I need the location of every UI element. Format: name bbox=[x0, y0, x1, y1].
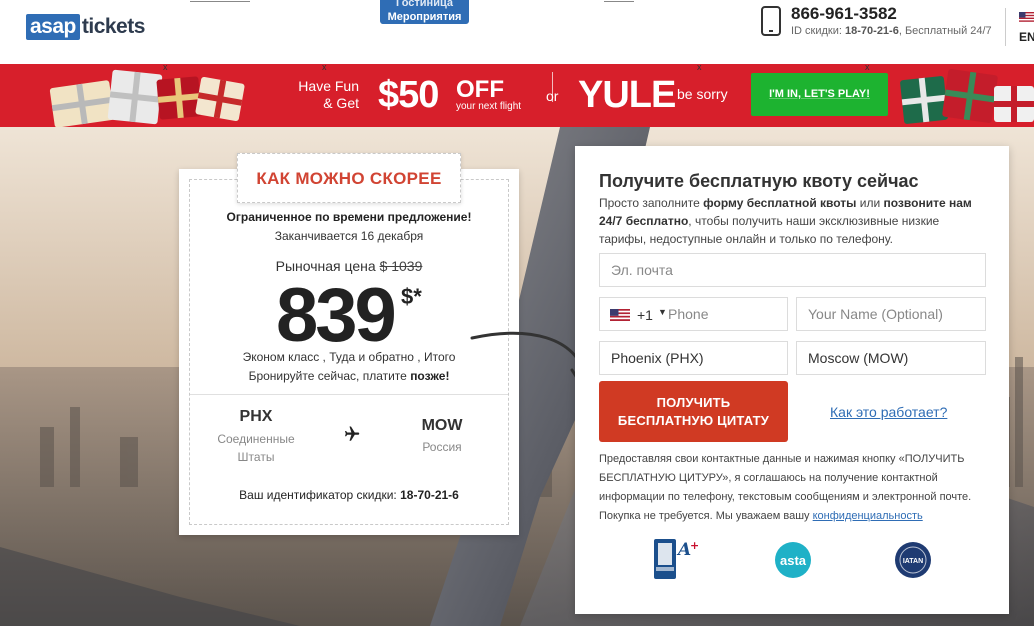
book-later-text: позже! bbox=[410, 369, 450, 383]
ornament-string: x bbox=[163, 64, 168, 72]
banner-promo-code: YULE bbox=[578, 74, 676, 116]
consent-disclaimer: Предоставляя свои контактные данные и на… bbox=[599, 450, 989, 526]
ornament-string: x bbox=[697, 64, 702, 72]
form-description: Просто заполните форму бесплатной квоты … bbox=[599, 194, 983, 248]
country-dial-code[interactable]: +1 bbox=[637, 307, 653, 323]
how-it-works-link[interactable]: Как это работает? bbox=[830, 404, 947, 420]
destination-code: MOW bbox=[421, 417, 463, 434]
origin-country: Соединенные Штаты bbox=[205, 430, 307, 466]
nav-fragment[interactable] bbox=[604, 0, 634, 2]
airplane-icon bbox=[345, 426, 360, 441]
gift-box-icon bbox=[49, 80, 115, 127]
divider bbox=[190, 394, 508, 395]
nav-hotels-events[interactable]: Гостиница Мероприятия bbox=[380, 0, 469, 24]
banner-have-fun-line2: & Get bbox=[323, 95, 359, 111]
asta-logo[interactable]: asta bbox=[774, 541, 812, 579]
book-now-text: Бронируйте сейчас, платите bbox=[248, 369, 407, 383]
iatan-logo[interactable]: IATAN bbox=[894, 541, 932, 579]
banner-off: OFF bbox=[456, 76, 504, 103]
banner-or: or bbox=[546, 88, 559, 104]
gift-box-icon bbox=[899, 75, 949, 125]
svg-text:IATAN: IATAN bbox=[903, 558, 923, 565]
form-desc-2: или bbox=[859, 196, 881, 210]
svg-text:A: A bbox=[676, 540, 691, 560]
logo-wordmark: tickets bbox=[81, 15, 146, 38]
phone-note: , Бесплатный 24/7 bbox=[898, 25, 992, 37]
phone-field[interactable]: +1 ▼ bbox=[599, 297, 788, 331]
nav-fragment[interactable] bbox=[190, 0, 250, 2]
discount-id: 18-70-21-6 bbox=[845, 25, 899, 37]
phone-input[interactable] bbox=[666, 298, 786, 330]
bbb-a-plus-logo[interactable]: A + bbox=[652, 537, 698, 581]
submit-label-line1: ПОЛУЧИТЬ bbox=[656, 394, 731, 410]
banner-have-fun: Have Fun & Get bbox=[297, 78, 359, 112]
form-title: Получите бесплатную квоту сейчас bbox=[599, 171, 919, 191]
svg-text:+: + bbox=[690, 539, 698, 552]
nav-badge-line1: Гостиница bbox=[396, 0, 453, 9]
ornament-string: x bbox=[322, 64, 327, 72]
origin-code: PHX bbox=[239, 408, 273, 425]
privacy-link[interactable]: конфиденциальность bbox=[813, 510, 923, 522]
promo-banner[interactable]: x x x x Have Fun & Get $50 OFF your next… bbox=[0, 64, 1034, 127]
mobile-phone-icon bbox=[761, 6, 781, 36]
language-selector[interactable]: EN bbox=[1019, 30, 1034, 44]
divider bbox=[1005, 8, 1006, 46]
site-header: asap tickets Гостиница Мероприятия 866-9… bbox=[0, 0, 1034, 64]
discount-id-label: Ваш идентификатор скидки: bbox=[239, 488, 397, 502]
logo-mark: asap bbox=[26, 14, 80, 40]
gift-box-icon bbox=[994, 86, 1034, 122]
name-field[interactable] bbox=[796, 297, 986, 331]
origin-field[interactable] bbox=[599, 341, 788, 375]
gift-box-icon bbox=[195, 76, 245, 122]
ornament-string: x bbox=[865, 64, 870, 72]
banner-amount: $50 bbox=[378, 74, 439, 116]
submit-label-line2: БЕСПЛАТНУЮ ЦИТАТУ bbox=[617, 412, 770, 428]
gift-box-icon bbox=[107, 69, 163, 125]
banner-be-sorry: be sorry bbox=[677, 86, 728, 102]
us-flag-icon[interactable] bbox=[1019, 12, 1034, 22]
gift-box-icon bbox=[156, 76, 202, 120]
limited-offer: Ограниченное по времени предложение! bbox=[226, 210, 472, 224]
banner-off-sub: your next flight bbox=[456, 101, 522, 112]
gift-box-icon bbox=[941, 68, 999, 124]
form-desc-1: Просто заполните bbox=[599, 196, 700, 210]
deal-discount-id: Ваш идентификатор скидки: 18-70-21-6 bbox=[179, 488, 519, 502]
discount-id-value: 18-70-21-6 bbox=[400, 488, 459, 502]
play-game-button[interactable]: I'M IN, LET'S PLAY! bbox=[751, 73, 888, 116]
origin-country-line1: Соединенные bbox=[217, 432, 295, 446]
phone-number[interactable]: 866-961-3582 bbox=[791, 4, 897, 24]
destination-field[interactable] bbox=[796, 341, 986, 375]
svg-text:asta: asta bbox=[780, 553, 807, 568]
email-field[interactable] bbox=[599, 253, 986, 287]
destination-country: Россия bbox=[422, 440, 462, 454]
phone-subtext: ID скидки: 18-70-21-6, Бесплатный 24/7 bbox=[791, 24, 996, 38]
form-desc-bold-1: форму бесплатной квоты bbox=[703, 196, 857, 210]
discount-id-label: ID скидки: bbox=[791, 25, 842, 37]
nav-badge-line2: Мероприятия bbox=[387, 11, 462, 23]
asaptickets-logo[interactable]: asap tickets bbox=[26, 14, 145, 40]
deal-currency: $* bbox=[401, 284, 422, 309]
banner-have-fun-line1: Have Fun bbox=[298, 78, 359, 94]
us-flag-icon[interactable] bbox=[610, 309, 630, 321]
deal-tag: КАК МОЖНО СКОРЕЕ bbox=[237, 153, 461, 203]
origin-country-line2: Штаты bbox=[237, 450, 275, 464]
play-game-label: I'M IN, LET'S PLAY! bbox=[769, 88, 870, 100]
deal-price: 839 bbox=[276, 273, 397, 358]
get-free-quote-button[interactable]: ПОЛУЧИТЬ БЕСПЛАТНУЮ ЦИТАТУ bbox=[599, 381, 788, 442]
offer-end-date: Заканчивается 16 декабря bbox=[274, 229, 424, 243]
